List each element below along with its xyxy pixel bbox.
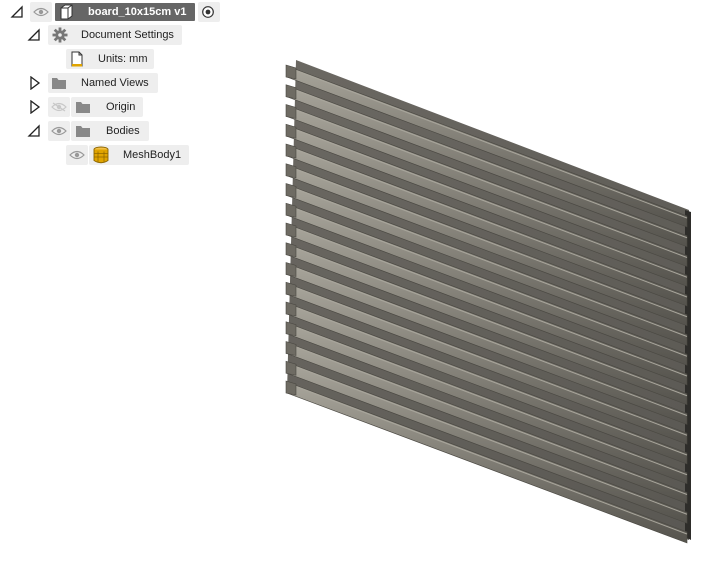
eye-icon[interactable] xyxy=(33,7,49,17)
bodies-visibility-chip[interactable] xyxy=(48,121,70,141)
eye-icon[interactable] xyxy=(51,126,67,136)
board-rib-end-cap xyxy=(285,64,297,80)
document-settings-chip[interactable]: Document Settings xyxy=(48,25,182,45)
expand-triangle-icon[interactable] xyxy=(28,76,42,90)
browser-node-meshbody[interactable]: MeshBody1 xyxy=(0,145,200,165)
units-label: Units: mm xyxy=(98,53,148,65)
activate-radio-chip[interactable] xyxy=(198,2,220,22)
collapse-triangle-icon[interactable] xyxy=(27,124,41,138)
eye-icon[interactable] xyxy=(69,150,85,160)
document-settings-label: Document Settings xyxy=(81,29,174,41)
named-views-chip[interactable]: Named Views xyxy=(48,73,158,93)
browser-node-document-settings[interactable]: Document Settings xyxy=(0,25,200,45)
folder-icon xyxy=(76,126,90,137)
bodies-label: Bodies xyxy=(106,125,140,137)
browser-panel: board_10x15cm v1 Document Settings Units… xyxy=(0,0,260,170)
origin-label: Origin xyxy=(106,101,136,113)
board-rib-end-cap xyxy=(285,104,297,119)
meshbody-label: MeshBody1 xyxy=(123,149,182,161)
root-component[interactable]: board_10x15cm v1 xyxy=(55,3,195,21)
gear-icon xyxy=(52,27,68,43)
folder-icon xyxy=(76,102,90,113)
collapse-triangle-icon[interactable] xyxy=(27,28,41,42)
expand-triangle-icon[interactable] xyxy=(28,100,42,114)
browser-node-units[interactable]: Units: mm xyxy=(0,49,170,69)
units-chip[interactable]: Units: mm xyxy=(66,49,154,69)
document-icon xyxy=(71,51,83,67)
meshbody-chip[interactable]: MeshBody1 xyxy=(89,145,189,165)
origin-chip[interactable]: Origin xyxy=(71,97,143,117)
browser-node-bodies[interactable]: Bodies xyxy=(0,121,170,141)
root-component-label: board_10x15cm v1 xyxy=(88,6,187,18)
meshbody-visibility-chip[interactable] xyxy=(66,145,88,165)
browser-node-named-views[interactable]: Named Views xyxy=(0,73,170,93)
browser-root-row[interactable]: board_10x15cm v1 xyxy=(0,2,230,22)
mesh-body-model[interactable] xyxy=(285,60,691,544)
mesh-body-icon xyxy=(93,146,109,164)
browser-node-origin[interactable]: Origin xyxy=(0,97,170,117)
root-visibility-chip[interactable] xyxy=(30,2,52,22)
board-rib-end-cap xyxy=(285,84,297,100)
folder-icon xyxy=(52,78,66,89)
origin-visibility-chip[interactable] xyxy=(48,97,70,117)
component-icon xyxy=(60,4,73,20)
named-views-label: Named Views xyxy=(81,77,149,89)
eye-hidden-icon[interactable] xyxy=(51,102,67,112)
collapse-triangle-icon[interactable] xyxy=(10,5,24,19)
radio-icon[interactable] xyxy=(201,5,215,19)
bodies-chip[interactable]: Bodies xyxy=(71,121,149,141)
